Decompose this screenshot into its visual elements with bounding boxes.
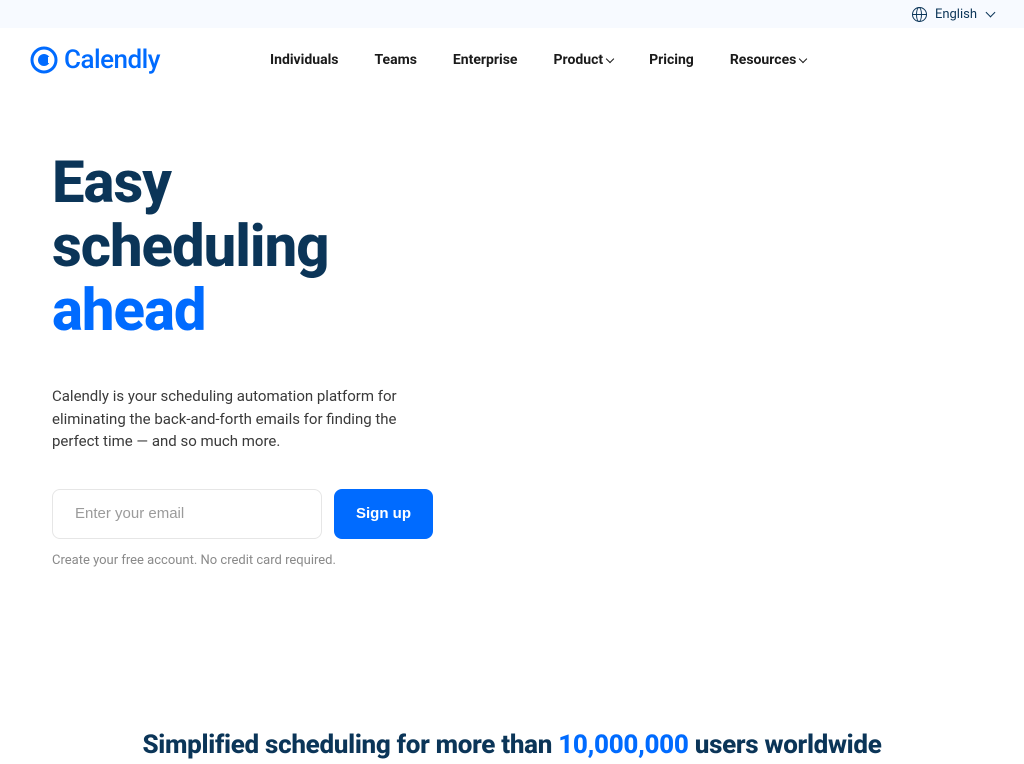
chevron-down-icon [799,54,807,62]
language-selector[interactable]: English [912,7,994,22]
globe-icon [912,7,927,22]
nav-enterprise[interactable]: Enterprise [453,52,518,68]
stat-text: Simplified scheduling for more than 10,0… [40,728,984,763]
top-bar: English [0,0,1024,28]
nav-resources[interactable]: Resources [730,52,807,68]
hero-title: Easy scheduling ahead [52,152,488,343]
signup-disclaimer: Create your free account. No credit card… [52,553,488,568]
hero-section: Easy scheduling ahead Calendly is your s… [0,92,540,568]
logo[interactable]: Calendly [30,45,160,75]
logo-icon [30,46,58,74]
nav-pricing[interactable]: Pricing [649,52,694,68]
nav-bar: Calendly Individuals Teams Enterprise Pr… [0,28,1024,92]
signup-button[interactable]: Sign up [334,489,433,539]
nav-items: Individuals Teams Enterprise Product Pri… [270,52,806,68]
language-label: English [935,7,977,22]
hero-subtitle: Calendly is your scheduling automation p… [52,385,432,453]
email-signup-row: Sign up [52,489,488,539]
nav-product[interactable]: Product [554,52,614,68]
email-field[interactable] [52,489,322,539]
stat-section: Simplified scheduling for more than 10,0… [0,728,1024,763]
chevron-down-icon [986,7,996,17]
chevron-down-icon [606,54,614,62]
logo-text: Calendly [64,45,160,75]
nav-teams[interactable]: Teams [374,52,416,68]
nav-individuals[interactable]: Individuals [270,52,338,68]
